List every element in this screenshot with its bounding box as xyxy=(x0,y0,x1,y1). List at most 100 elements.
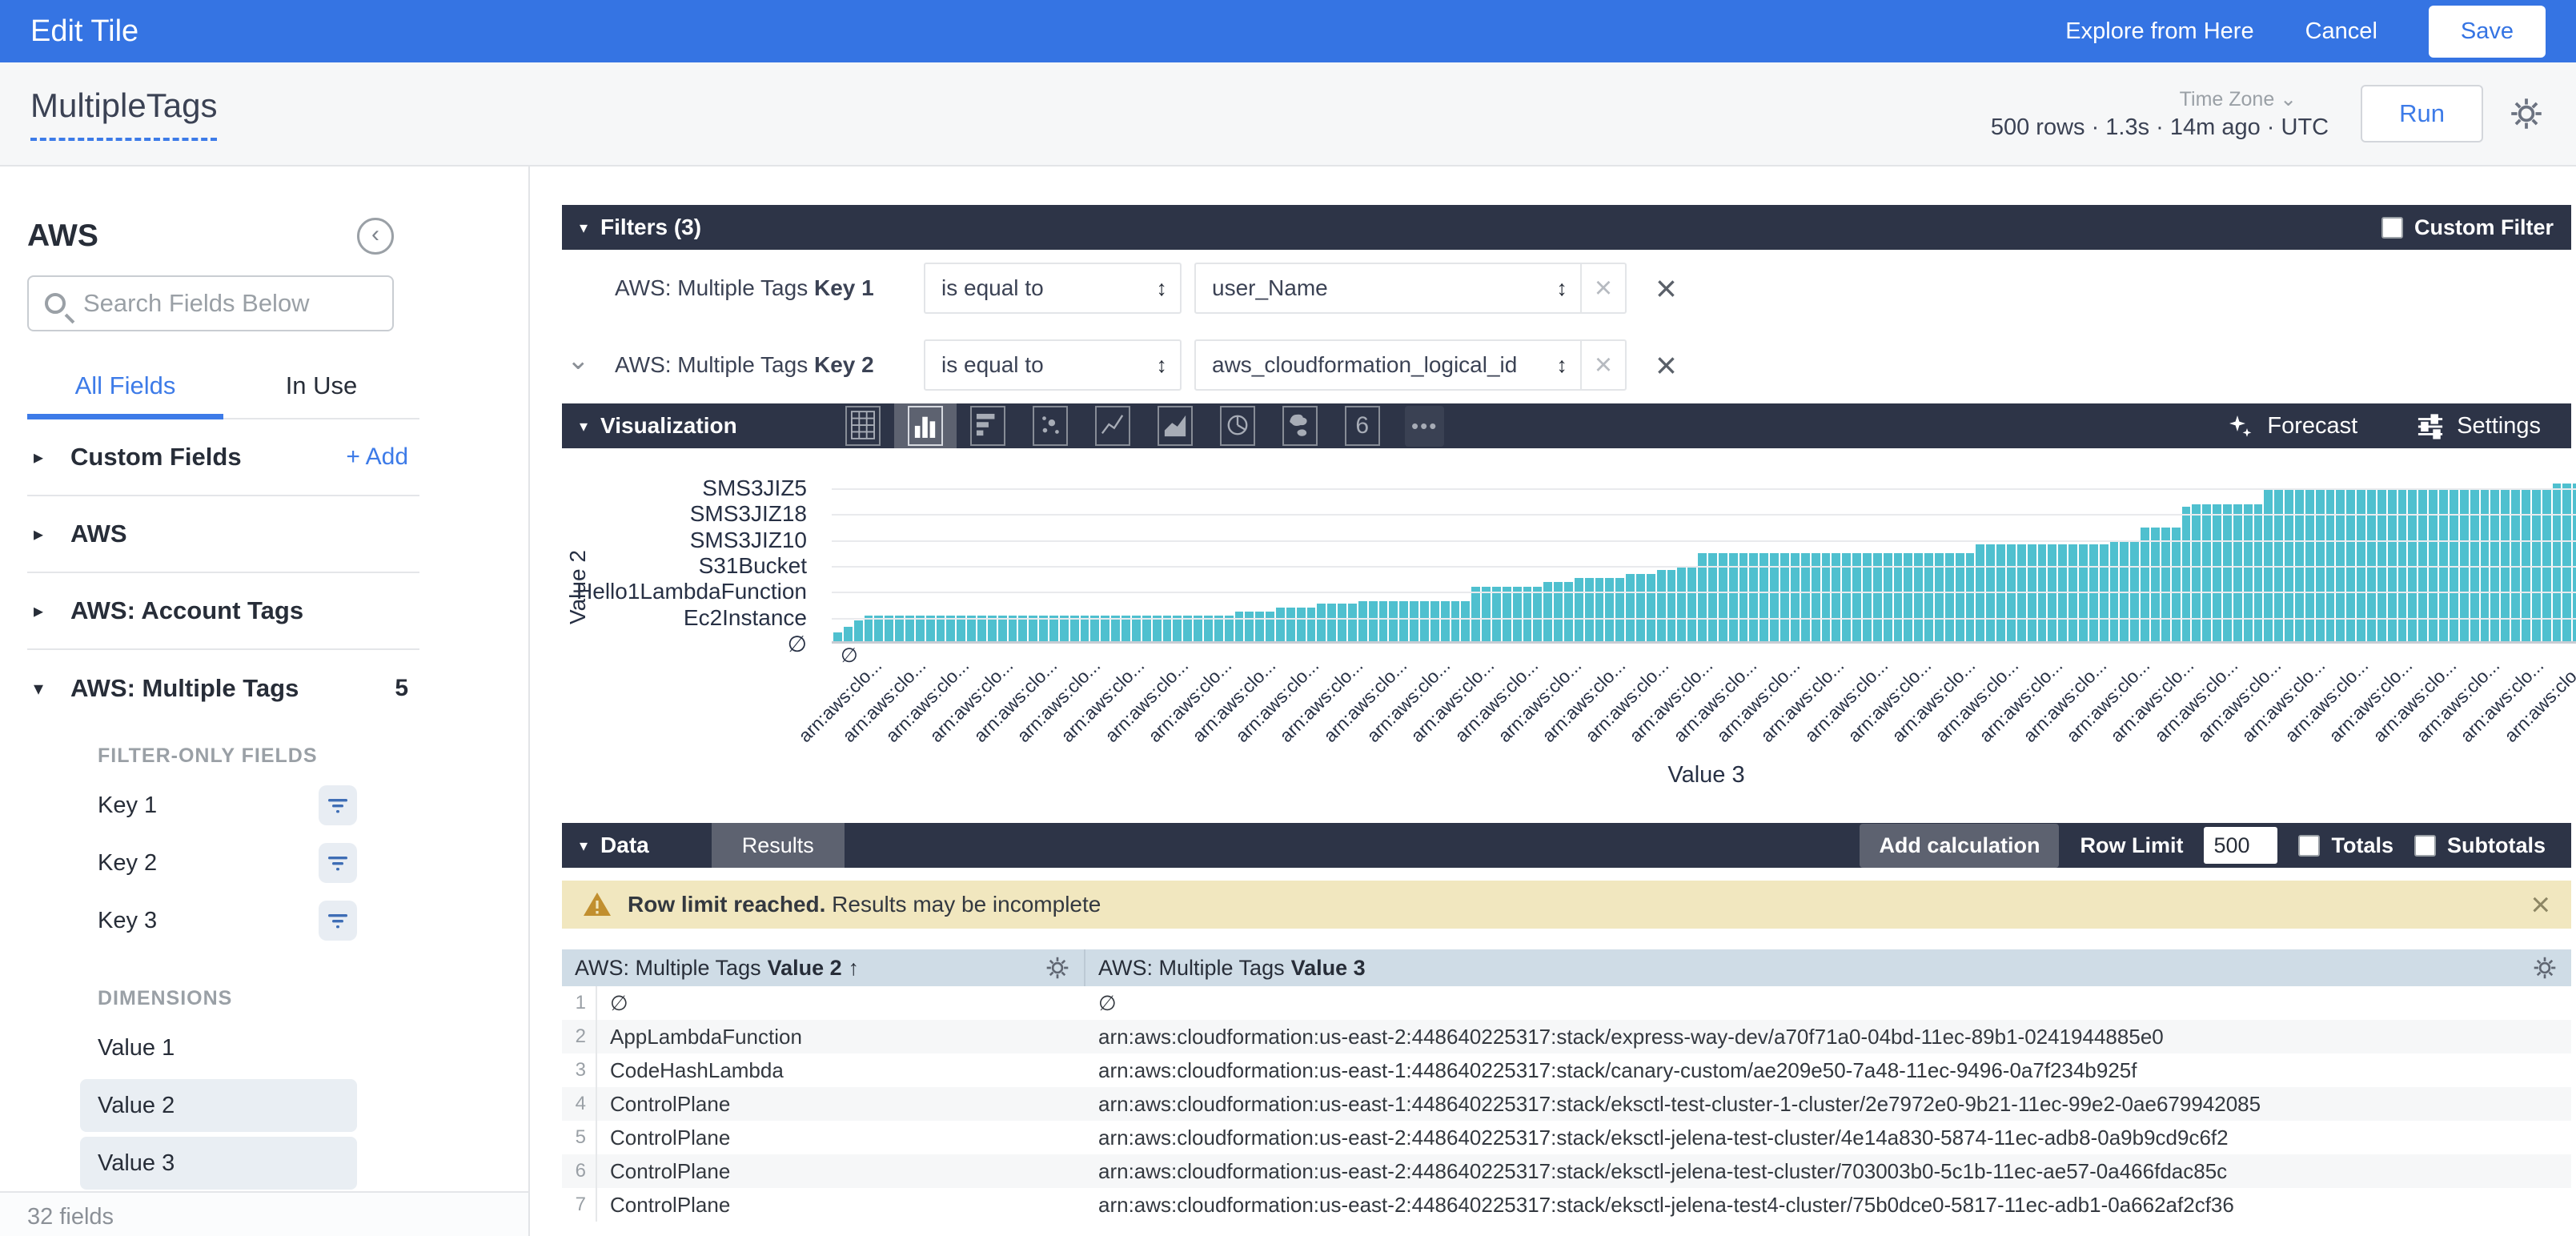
table-row[interactable]: 4ControlPlanearn:aws:cloudformation:us-e… xyxy=(562,1087,2571,1121)
chart-bar[interactable] xyxy=(1327,604,1336,641)
chart-bar[interactable] xyxy=(1533,587,1542,641)
filters-header-title[interactable]: Filters (3) xyxy=(600,215,701,240)
chart-bar[interactable] xyxy=(1255,612,1264,641)
data-header-title[interactable]: Data xyxy=(600,833,649,858)
chart-type-more-icon[interactable]: ••• xyxy=(1394,403,1456,448)
chart-bar[interactable] xyxy=(2120,540,2129,641)
remove-filter-icon[interactable]: × xyxy=(1655,347,1677,383)
field-key-1[interactable]: Key 1 xyxy=(80,779,357,832)
chart-bar[interactable] xyxy=(1647,574,1655,641)
chart-bar[interactable] xyxy=(2182,507,2191,641)
search-input[interactable] xyxy=(83,289,376,318)
chart-bar[interactable] xyxy=(1358,601,1367,641)
explore-from-here-button[interactable]: Explore from Here xyxy=(2065,18,2253,45)
time-zone-dropdown[interactable]: Time Zone ⌄ xyxy=(2180,87,2297,111)
table-row[interactable]: 1∅∅ xyxy=(562,986,2571,1020)
chart-bar[interactable] xyxy=(1595,578,1604,641)
chart-bar[interactable] xyxy=(1687,566,1696,641)
chart-bar[interactable] xyxy=(1430,601,1439,641)
column-gear-icon[interactable] xyxy=(1044,954,1071,981)
chart-bar[interactable] xyxy=(1471,587,1480,641)
chart-type-column-icon[interactable] xyxy=(894,403,957,448)
filter-icon[interactable] xyxy=(319,901,357,941)
field-key-3[interactable]: Key 3 xyxy=(80,894,357,947)
chart-bar[interactable] xyxy=(1667,570,1676,641)
chart-bar[interactable] xyxy=(1441,601,1450,641)
column-header-value2[interactable]: AWS: Multiple Tags Value 2 ↑ xyxy=(562,949,1085,986)
close-warning-icon[interactable]: × xyxy=(2530,888,2550,921)
chart-bar[interactable] xyxy=(1379,601,1388,641)
column-gear-icon[interactable] xyxy=(2531,954,2558,981)
table-row[interactable]: 2AppLambdaFunctionarn:aws:cloudformation… xyxy=(562,1020,2571,1053)
chart-bar[interactable] xyxy=(1348,604,1357,641)
chart-bar[interactable] xyxy=(2192,504,2201,641)
chart-bar[interactable] xyxy=(2213,504,2221,641)
chart-bar[interactable] xyxy=(1513,587,1522,641)
chart-bar[interactable] xyxy=(2172,528,2181,641)
chart-bar[interactable] xyxy=(1389,601,1398,641)
chart-bar[interactable] xyxy=(1657,570,1666,641)
totals-checkbox[interactable] xyxy=(2298,835,2320,857)
chart-bar[interactable] xyxy=(2202,504,2211,641)
chart-bar[interactable] xyxy=(1338,604,1346,641)
chart-bar[interactable] xyxy=(1276,608,1285,641)
filter-value-select[interactable]: aws_cloudformation_logical_id ↕ × xyxy=(1194,339,1627,391)
chart-bar[interactable] xyxy=(1543,582,1552,641)
chart-bar[interactable] xyxy=(1307,608,1316,641)
field-key-2[interactable]: Key 2 xyxy=(80,837,357,889)
explore-title[interactable]: MultipleTags xyxy=(30,86,217,141)
field-value-1[interactable]: Value 1 xyxy=(80,1021,357,1074)
chart-bar[interactable] xyxy=(1554,582,1563,641)
section-custom-fields[interactable]: ▸ Custom Fields + Add xyxy=(27,419,419,496)
clear-value-icon[interactable]: × xyxy=(1580,264,1625,312)
chart-bar[interactable] xyxy=(1585,578,1594,641)
chart-bar[interactable] xyxy=(2110,540,2119,641)
subtotals-checkbox[interactable] xyxy=(2414,835,2436,857)
field-value-3[interactable]: Value 3 xyxy=(80,1137,357,1190)
section-aws-multiple-tags[interactable]: ▾ AWS: Multiple Tags 5 xyxy=(27,650,419,727)
chart-bar[interactable] xyxy=(1410,601,1418,641)
chart-type-table-icon[interactable] xyxy=(832,403,894,448)
save-button[interactable]: Save xyxy=(2429,6,2546,58)
section-aws[interactable]: ▸ AWS xyxy=(27,496,419,573)
filter-operator-select[interactable]: is equal to ↕ xyxy=(924,339,1182,391)
chart-bar[interactable] xyxy=(2130,540,2139,641)
chart-bar[interactable] xyxy=(1492,587,1501,641)
chart-bar[interactable] xyxy=(1235,612,1244,641)
chart-type-pie-icon[interactable] xyxy=(1206,403,1269,448)
chart-bar[interactable] xyxy=(1677,566,1686,641)
chart-bar[interactable] xyxy=(1503,587,1511,641)
table-row[interactable]: 3CodeHashLambdaarn:aws:cloudformation:us… xyxy=(562,1053,2571,1087)
run-button[interactable]: Run xyxy=(2361,85,2483,142)
chart-bar[interactable] xyxy=(1297,608,1306,641)
query-settings-gear-icon[interactable] xyxy=(2507,94,2546,133)
chart-bar[interactable] xyxy=(2233,504,2242,641)
chart-bar[interactable] xyxy=(1523,587,1532,641)
chart-bar[interactable] xyxy=(1399,601,1408,641)
chart-bar[interactable] xyxy=(833,632,842,641)
chart-type-map-icon[interactable] xyxy=(1269,403,1331,448)
chart-bar[interactable] xyxy=(2223,504,2232,641)
chart-bar[interactable] xyxy=(1420,601,1429,641)
chart-type-scatter-icon[interactable] xyxy=(1019,403,1081,448)
chart-bar[interactable] xyxy=(2141,528,2149,641)
chart-bar[interactable] xyxy=(1286,608,1295,641)
chart-type-bar-icon[interactable] xyxy=(957,403,1019,448)
chart-bar[interactable] xyxy=(844,627,853,641)
collapse-sidebar-button[interactable]: ‹ xyxy=(357,218,394,255)
chart-bar[interactable] xyxy=(1451,601,1460,641)
chart-bar[interactable] xyxy=(2161,528,2170,641)
column-header-value3[interactable]: AWS: Multiple Tags Value 3 xyxy=(1085,949,2571,986)
chart-bar[interactable] xyxy=(1564,582,1573,641)
filter-icon[interactable] xyxy=(319,785,357,825)
row-limit-input[interactable] xyxy=(2204,827,2277,864)
chart-bar[interactable] xyxy=(1605,578,1614,641)
chart-bar[interactable] xyxy=(1461,601,1470,641)
chart-bar[interactable] xyxy=(1245,612,1254,641)
chart-bar[interactable] xyxy=(1482,587,1491,641)
field-value-2[interactable]: Value 2 xyxy=(80,1079,357,1132)
visualization-header-title[interactable]: Visualization xyxy=(600,413,737,439)
table-row[interactable]: 6ControlPlanearn:aws:cloudformation:us-e… xyxy=(562,1154,2571,1188)
filter-icon[interactable] xyxy=(319,843,357,883)
add-calculation-button[interactable]: Add calculation xyxy=(1860,824,2059,868)
